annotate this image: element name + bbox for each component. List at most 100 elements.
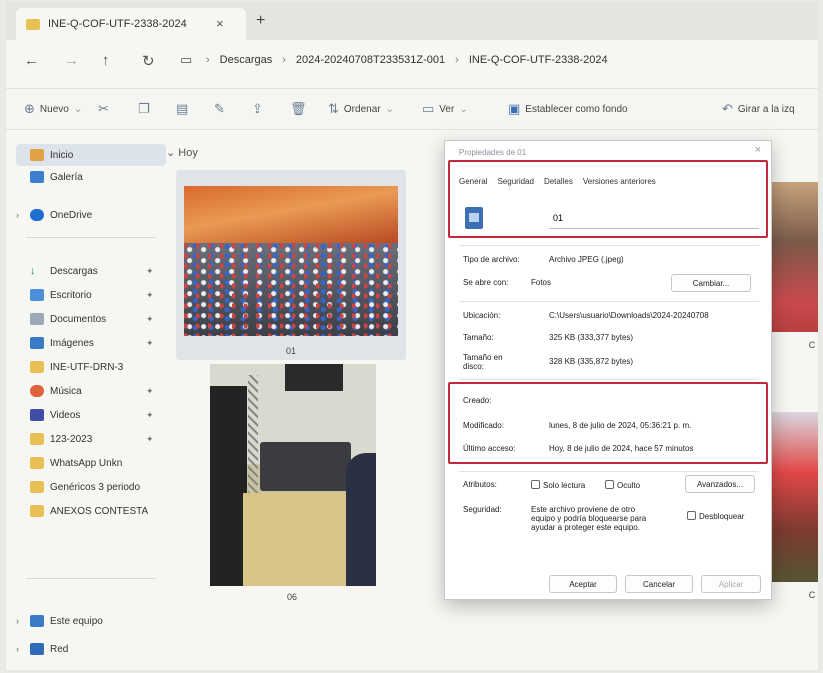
sidebar-item-ine-utf-drn[interactable]: INE-UTF-DRN-3 [16,356,166,378]
wallpaper-icon: ▣ [508,101,521,116]
sidebar-item-imagenes[interactable]: Imágenes ✦ [16,332,166,354]
hidden-checkbox[interactable]: Oculto [605,480,640,490]
network-icon [30,643,44,655]
sidebar-item-label: WhatsApp Unkn [50,457,123,469]
breadcrumb-current-folder[interactable]: INE-Q-COF-UTF-2338-2024 [469,54,608,66]
view-button[interactable]: ▭ Ver ⌄ [422,101,468,117]
breadcrumb-zip-folder[interactable]: 2024-20240708T233531Z-001 [296,54,445,66]
unblock-checkbox[interactable]: Desbloquear [687,511,744,521]
copy-icon[interactable]: ❐ [138,101,150,117]
advanced-button[interactable]: Avanzados... [685,475,755,493]
cancel-button[interactable]: Cancelar [625,575,693,593]
sidebar-item-label: Música [50,385,82,397]
refresh-icon[interactable]: ↻ [142,52,155,70]
chevron-right-icon[interactable]: › [16,644,30,654]
cut-icon[interactable]: ✂ [98,101,109,117]
tab-title: INE-Q-COF-UTF-2338-2024 [48,18,187,30]
back-arrow-icon[interactable]: ← [24,52,39,69]
sidebar-item-label: 123-2023 [50,433,93,445]
sidebar-item-red[interactable]: › Red [16,638,166,660]
photo-thumbnail-partial[interactable] [770,182,818,332]
apply-button[interactable]: Aplicar [701,575,761,593]
photo-screen [284,364,343,391]
sidebar-item-documentos[interactable]: Documentos ✦ [16,308,166,330]
size-on-disk-row: Tamaño en disco: 328 KB (335,872 bytes) [463,353,633,371]
file-item-06[interactable]: 06 [204,364,380,602]
sidebar-item-label: Imágenes [50,337,94,349]
forward-arrow-icon[interactable]: → [64,52,79,69]
size-label: Tamaño: [463,333,494,342]
pin-icon: ✦ [146,313,154,324]
sort-icon: ⇅ [328,101,339,116]
sidebar-item-descargas[interactable]: ↓ Descargas ✦ [16,260,166,282]
file-explorer-window: INE-Q-COF-UTF-2338-2024 × + ← → ↑ ↻ ▭ › … [6,2,818,670]
sidebar-item-label: ANEXOS CONTESTA [50,505,149,517]
file-name: 06 [286,592,297,602]
file-type-value: Archivo JPEG (.jpeg) [549,255,624,264]
size-row: Tamaño: 325 KB (333,377 bytes) [463,333,633,342]
checkbox-icon [605,480,614,489]
close-tab-icon[interactable]: × [216,16,224,31]
photo-thumbnail [210,364,376,586]
pin-icon: ✦ [146,337,154,348]
new-label: Nuevo [39,103,69,115]
chevron-right-icon[interactable]: › [16,210,30,220]
sidebar-item-galeria[interactable]: Galería [16,166,166,188]
photo-thumbnail-partial[interactable] [770,412,818,582]
breadcrumb-separator: › [206,54,210,66]
sidebar-item-videos[interactable]: Videos ✦ [16,404,166,426]
pictures-icon [30,337,44,349]
sidebar-item-escritorio[interactable]: Escritorio ✦ [16,284,166,306]
share-icon[interactable]: ⇪ [252,101,263,117]
new-button[interactable]: ⊕ Nuevo ⌄ [24,101,82,117]
video-icon [30,409,44,421]
chevron-right-icon[interactable]: › [16,616,30,626]
folder-icon [30,361,44,373]
tab-bar: INE-Q-COF-UTF-2338-2024 × + [6,2,818,40]
rotate-left-button[interactable]: ↶ Girar a la izq [722,101,795,117]
close-icon[interactable]: × [755,144,761,156]
rename-icon[interactable]: ✎ [214,101,225,117]
sidebar-item-anexos[interactable]: ANEXOS CONTESTA [16,500,166,522]
sidebar-item-label: OneDrive [50,209,93,221]
file-item-01[interactable]: 01 [176,170,406,360]
sidebar-item-onedrive[interactable]: › OneDrive [16,204,166,226]
paste-icon[interactable]: ▤ [176,101,188,117]
ok-button[interactable]: Aceptar [549,575,617,593]
address-bar: ← → ↑ ↻ ▭ › Descargas › 2024-20240708T23… [6,40,818,84]
file-name: 01 [285,346,296,356]
sidebar-item-label: Videos [50,409,81,421]
sidebar-item-inicio[interactable]: Inicio [16,144,166,166]
checkbox-icon [531,480,540,489]
set-background-label: Establecer como fondo [525,103,628,115]
pin-icon: ✦ [146,265,154,276]
sidebar-item-este-equipo[interactable]: › Este equipo [16,610,166,632]
sidebar-item-whatsapp[interactable]: WhatsApp Unkn [16,452,166,474]
up-arrow-icon[interactable]: ↑ [102,52,110,69]
change-button[interactable]: Cambiar... [671,274,751,292]
security-message-line: Este archivo proviene de otro [531,505,636,514]
set-background-button[interactable]: ▣ Establecer como fondo [508,101,628,117]
music-icon [30,385,44,397]
photo-tent [184,186,398,243]
breadcrumb-separator: › [455,54,459,66]
group-header-label: Hoy [178,147,198,159]
file-name: C [808,340,816,350]
home-icon [30,149,44,161]
delete-icon[interactable]: 🗑 [290,101,307,117]
rotate-left-label: Girar a la izq [737,103,795,115]
sidebar-divider [26,578,156,579]
new-tab-button[interactable]: + [256,12,265,30]
rotate-left-icon: ↶ [722,101,733,116]
sidebar-item-musica[interactable]: Música ✦ [16,380,166,402]
sidebar-item-genericos[interactable]: Genéricos 3 periodo [16,476,166,498]
divider [459,245,759,246]
group-header[interactable]: ⌄ Hoy [166,146,198,159]
security-message-line: ayudar a proteger este equipo. [531,523,640,532]
readonly-checkbox[interactable]: Solo lectura [531,480,585,490]
breadcrumb-descargas[interactable]: Descargas [220,54,273,66]
sidebar-item-123-2023[interactable]: 123-2023 ✦ [16,428,166,450]
tab-current-folder[interactable]: INE-Q-COF-UTF-2338-2024 × [16,8,246,40]
sort-button[interactable]: ⇅ Ordenar ⌄ [328,101,394,117]
location-value[interactable]: C:\Users\usuario\Downloads\2024-20240708 [549,311,709,320]
